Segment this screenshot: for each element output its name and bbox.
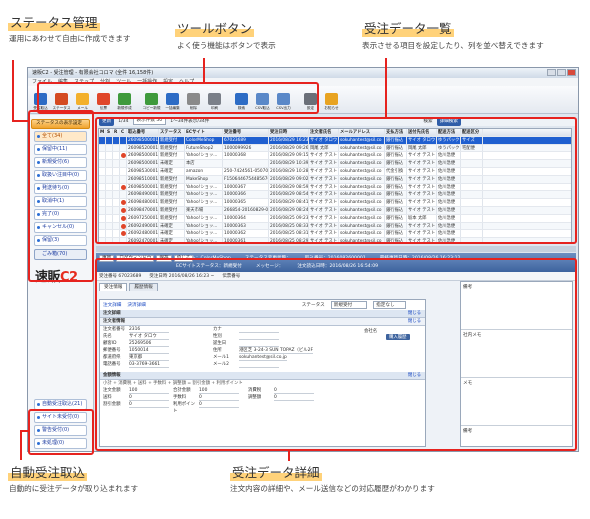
- status-callout-title: ステータス管理: [8, 12, 100, 31]
- detail-callout-title: 受注データ詳細: [230, 462, 322, 481]
- toolbar-callout-desc: よく使う機能はボタンで表示: [177, 41, 276, 50]
- toolbar-callout-title: ツールボタン: [175, 18, 255, 37]
- list-callout-desc: 表示させる項目を設定したり、列を並べ替えできます: [362, 41, 544, 50]
- list-highlight: [95, 117, 577, 244]
- toolbar-button[interactable]: お知らせ: [322, 93, 341, 111]
- status-callout-desc: 運用にあわせて自由に作成できます: [9, 34, 131, 43]
- status-highlight: [28, 110, 94, 282]
- toolbar-button-label: お知らせ: [324, 106, 339, 110]
- import-callout-title: 自動受注取込: [8, 462, 88, 481]
- toolbar-icon: [325, 93, 338, 105]
- import-highlight: [28, 409, 94, 455]
- list-callout-title: 受注データ一覧: [362, 18, 454, 37]
- pane-splitter[interactable]: [96, 246, 576, 252]
- close-button[interactable]: [567, 69, 576, 76]
- minimize-button[interactable]: [547, 69, 556, 76]
- window-title: 速販C2 - 受注管理 - 有限会社コロマ (全件 16,158件): [32, 70, 154, 76]
- title-bar: 速販C2 - 受注管理 - 有限会社コロマ (全件 16,158件): [28, 68, 578, 78]
- toolbar-highlight: [37, 82, 319, 114]
- maximize-button[interactable]: [557, 69, 566, 76]
- detail-callout-desc: 注文内容の詳細や、メール送信などの対応履歴がわかります: [230, 484, 435, 493]
- import-callout-desc: 自動的に受注データが取り込まれます: [9, 484, 139, 493]
- detail-highlight: [95, 258, 577, 451]
